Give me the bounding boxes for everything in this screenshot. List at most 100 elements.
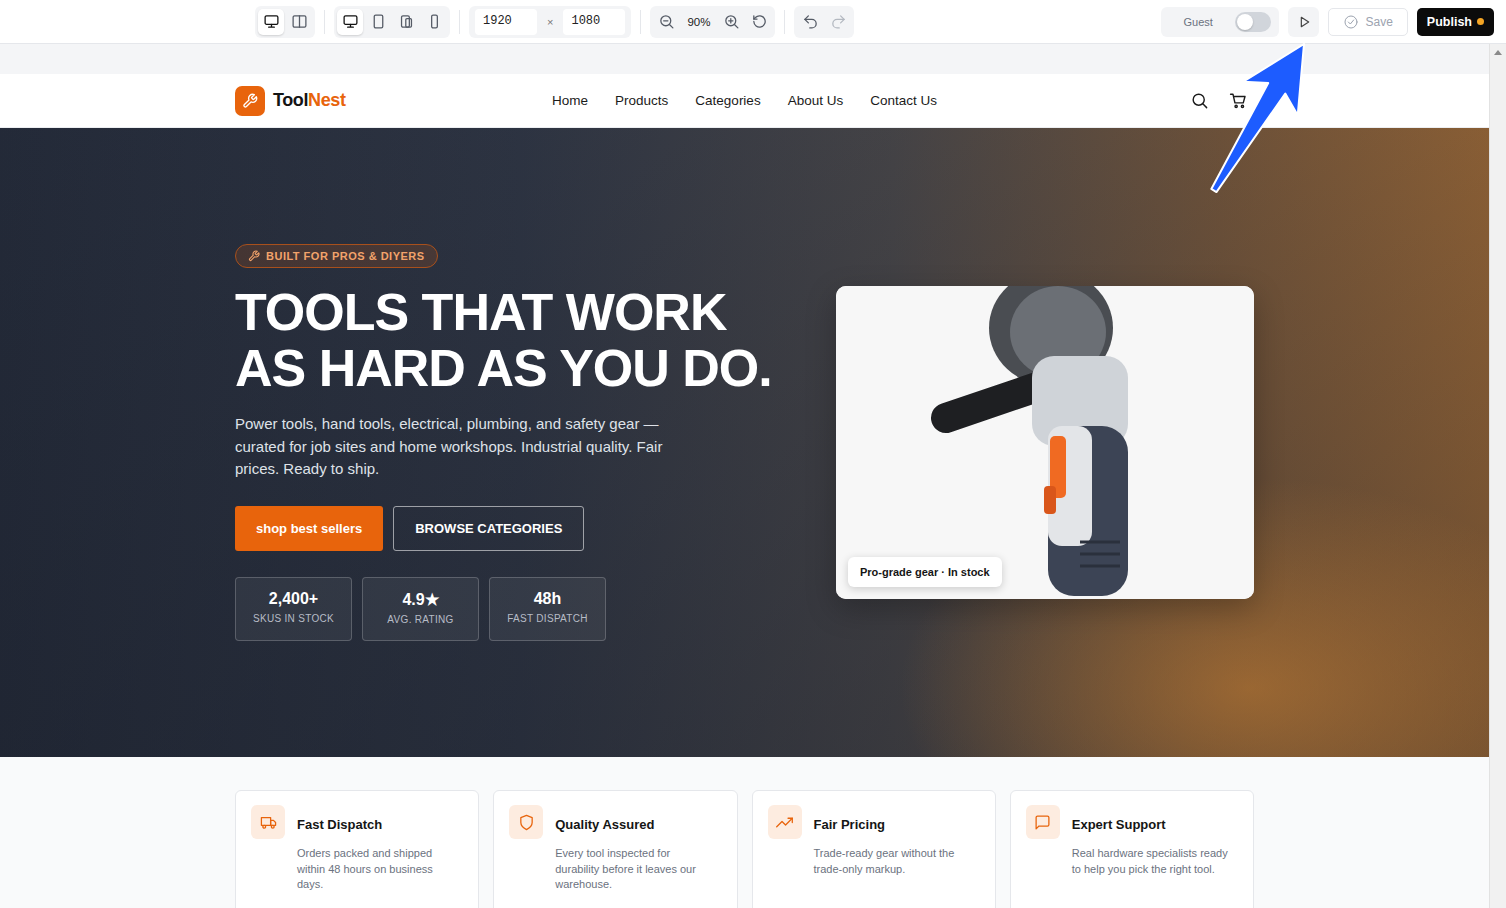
editor-toolbar: 1920×108090%GuestSavePublish [0,0,1506,44]
hero-background-photo [0,128,1489,757]
feature-title: Quality Assured [555,817,716,832]
preview-button[interactable] [1288,7,1319,37]
toolbar-separator [324,10,325,34]
feature-title: Fast Dispatch [297,817,458,832]
zoom-group: 90% [650,6,775,38]
view-mode-group [255,6,315,38]
badge-label: BUILT FOR PROS & DIYERS [266,250,425,262]
nav-link[interactable]: Categories [695,93,760,108]
hero-section: BUILT FOR PROS & DIYERS TOOLS THAT WORKAS… [0,128,1489,757]
feature-card: Fast Dispatch Orders packed and shipped w… [235,790,479,908]
nav-link[interactable]: Home [552,93,588,108]
logo-badge [235,86,265,116]
stat-card: 2,400+ SKUS IN STOCK [235,577,352,641]
hero-buttons: shop best sellersBROWSE CATEGORIES [235,506,584,551]
hero-content: BUILT FOR PROS & DIYERS TOOLS THAT WORKAS… [235,128,1254,757]
device-button[interactable] [393,9,419,35]
hero-text-column: BUILT FOR PROS & DIYERS TOOLS THAT WORKAS… [235,244,815,641]
feature-icon-box [1026,805,1060,839]
annotation-arrow [0,0,1506,908]
stat-value: 2,400+ [269,590,318,608]
website-builder: 1920×108090%GuestSavePublishToolNestHome… [0,0,1506,908]
device-button[interactable] [421,9,447,35]
shield-icon [518,814,535,831]
image-caption: Pro-grade gear · In stock [848,557,1002,587]
height-input[interactable]: 1080 [563,9,625,35]
feature-icon-box [509,805,543,839]
nav-link[interactable]: Contact Us [870,93,937,108]
feature-card: Fair PricingTrade-ready gear without the… [752,790,996,908]
feature-card: Quality Assured Every tool inspected for … [493,790,737,908]
play-icon [1296,14,1312,30]
nav-links: Home Products Categories About Us Contact Us [552,93,937,108]
toolbar-separator [459,10,460,34]
monitor-icon [263,13,280,30]
redo-button[interactable] [825,9,851,35]
stat-card: 48h FAST DISPATCH [489,577,606,641]
phone-icon [426,13,443,30]
trending-up-icon [776,814,793,831]
feature-body: Fast Dispatch Orders packed and shipped w… [297,805,458,905]
view-mode-button[interactable] [258,9,284,35]
undo-button[interactable] [797,9,823,35]
stat-label: AVG. RATING [387,614,453,625]
size-separator: × [543,16,557,28]
zoom-out-icon [658,13,675,30]
truck-icon [260,814,277,831]
workspace: ToolNestHome Products Categories About Us Co… [0,44,1506,908]
shop-button[interactable]: shop best sellers [235,506,383,551]
feature-text: Orders packed and shipped within 48 hour… [297,846,458,893]
feature-text: Trade-ready gear without the trade-only … [814,846,975,877]
stat-card: 4.9★AVG. RATING [362,577,479,641]
device-button[interactable] [337,9,363,35]
nav-link[interactable]: Products [615,93,668,108]
small-tablet-icon [398,13,415,30]
cart-icon[interactable] [1229,91,1248,110]
site-navbar: ToolNestHome Products Categories About Us Co… [0,74,1489,128]
nav-link[interactable]: About Us [788,93,844,108]
hero-headline: TOOLS THAT WORKAS HARD AS YOU DO. [235,284,772,396]
angle-grinder-photo [836,286,1254,599]
save-button[interactable]: Save [1328,8,1407,36]
feature-text: Real hardware specialists ready to help … [1072,846,1233,877]
feature-text: Every tool inspected for durability befo… [555,846,716,893]
hero-stats: 2,400+ SKUS IN STOCK 4.9★AVG. RATING 48h FAS… [235,577,606,641]
zoom-in-icon [723,13,740,30]
publish-label: Publish [1427,15,1472,29]
wrench-icon [242,93,258,109]
feature-icon-box [251,805,285,839]
tablet-icon [370,13,387,30]
hero-description: Power tools, hand tools, electrical, plu… [235,413,675,481]
headline-line: TOOLS THAT WORK [235,284,772,340]
zoom-out-button[interactable] [653,9,679,35]
product-image-card: Pro-grade gear · In stock [836,286,1254,599]
feature-icon-box [768,805,802,839]
feature-body: Fair PricingTrade-ready gear without the… [814,805,975,905]
width-input[interactable]: 1920 [475,9,537,35]
browse-button[interactable]: BROWSE CATEGORIES [393,506,584,551]
reset-icon [751,13,768,30]
site-preview: ToolNestHome Products Categories About Us Co… [0,74,1489,908]
scroll-up-arrow[interactable] [1494,50,1502,55]
search-icon[interactable] [1190,91,1209,110]
features-section: Fast Dispatch Orders packed and shipped w… [0,757,1489,908]
publish-button[interactable]: Publish [1417,8,1494,36]
feature-body: Quality Assured Every tool inspected for … [555,805,716,905]
zoom-in-button[interactable] [718,9,744,35]
save-label: Save [1365,15,1392,29]
device-group [334,6,450,38]
stat-label: SKUS IN STOCK [253,613,334,624]
view-mode-button[interactable] [286,9,312,35]
scrollbar[interactable] [1489,44,1506,908]
stat-label: FAST DISPATCH [507,613,588,624]
split-view-icon [291,13,308,30]
toggle-knob [1237,14,1253,30]
device-button[interactable] [365,9,391,35]
guest-toggle[interactable] [1235,12,1271,32]
zoom-reset-button[interactable] [746,9,772,35]
stat-value: 48h [534,590,562,608]
brand-logo[interactable]: ToolNest [235,86,552,116]
nav-actions [937,91,1254,110]
feature-body: Expert SupportReal hardware specialists … [1072,805,1233,905]
unsaved-dot [1477,18,1484,25]
